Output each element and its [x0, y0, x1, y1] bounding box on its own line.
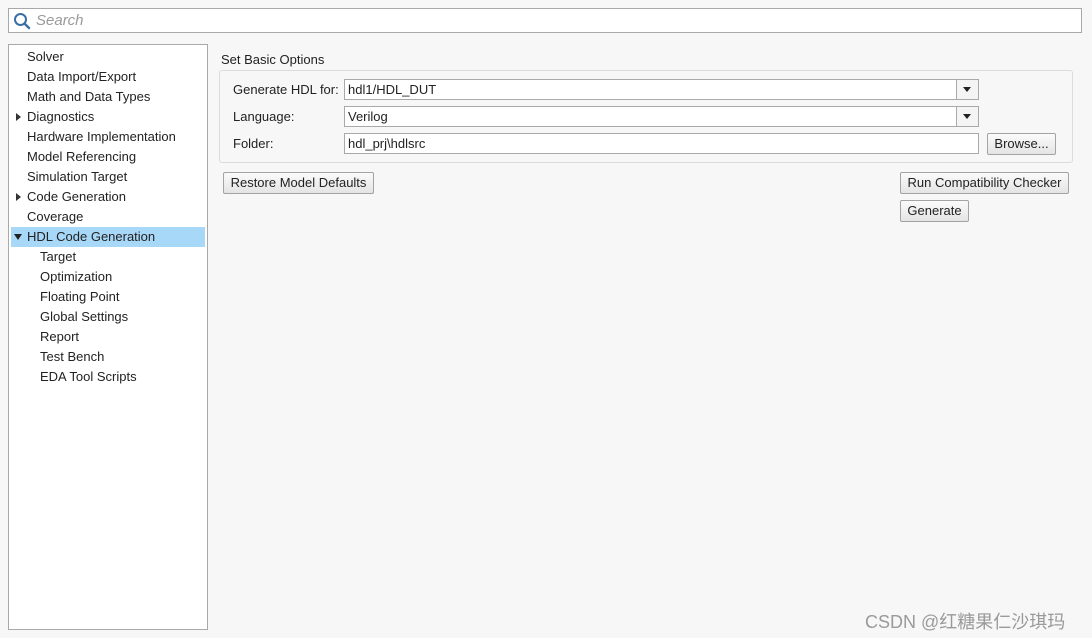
- search-icon: [14, 13, 31, 30]
- language-label: Language:: [233, 109, 295, 124]
- expand-arrow-icon[interactable]: [16, 113, 21, 121]
- tree-item-optimization[interactable]: Optimization: [11, 267, 205, 287]
- search-input[interactable]: Search: [8, 8, 1082, 33]
- tree-item-label: Code Generation: [27, 189, 127, 204]
- section-title: Set Basic Options: [221, 52, 325, 67]
- generate-button[interactable]: Generate: [900, 200, 969, 222]
- folder-value: hdl_prj\hdlsrc: [348, 136, 426, 151]
- chevron-down-icon: [963, 114, 971, 119]
- tree-item-target[interactable]: Target: [11, 247, 205, 267]
- tree-item-label: Target: [40, 249, 77, 264]
- chevron-down-icon: [963, 87, 971, 92]
- browse-button[interactable]: Browse...: [987, 133, 1056, 155]
- tree-item-floating-point[interactable]: Floating Point: [11, 287, 205, 307]
- tree-item-hdl-code-generation[interactable]: HDL Code Generation: [11, 227, 205, 247]
- generate-hdl-for-value: hdl1/HDL_DUT: [348, 82, 437, 97]
- settings-tree[interactable]: Solver Data Import/Export Math and Data …: [8, 44, 208, 630]
- tree-item-math-and-data-types[interactable]: Math and Data Types: [11, 87, 205, 107]
- tree-item-simulation-target[interactable]: Simulation Target: [11, 167, 205, 187]
- language-value: Verilog: [348, 109, 388, 124]
- collapse-arrow-icon[interactable]: [14, 234, 22, 240]
- tree-item-label: EDA Tool Scripts: [40, 369, 137, 384]
- tree-item-label: Data Import/Export: [27, 69, 137, 84]
- watermark: CSDN @红糖果仁沙琪玛: [865, 612, 1066, 632]
- tree-item-label: Test Bench: [40, 349, 105, 364]
- search-placeholder: Search: [36, 12, 84, 29]
- tree-item-hardware-implementation[interactable]: Hardware Implementation: [11, 127, 205, 147]
- tree-item-label: Model Referencing: [27, 149, 137, 164]
- tree-item-label: Hardware Implementation: [27, 129, 176, 144]
- tree-item-eda-tool-scripts[interactable]: EDA Tool Scripts: [11, 367, 205, 387]
- tree-item-data-import-export[interactable]: Data Import/Export: [11, 67, 205, 87]
- generate-hdl-for-dropdown[interactable]: hdl1/HDL_DUT: [344, 79, 979, 100]
- tree-item-report[interactable]: Report: [11, 327, 205, 347]
- language-dropdown[interactable]: Verilog: [344, 106, 979, 127]
- tree-item-label: Optimization: [40, 269, 113, 284]
- tree-item-label: HDL Code Generation: [27, 229, 156, 244]
- tree-item-model-referencing[interactable]: Model Referencing: [11, 147, 205, 167]
- tree-item-global-settings[interactable]: Global Settings: [11, 307, 205, 327]
- tree-item-label: Diagnostics: [27, 109, 95, 124]
- folder-label: Folder:: [233, 136, 274, 151]
- tree-item-diagnostics[interactable]: Diagnostics: [11, 107, 205, 127]
- tree-item-label: Math and Data Types: [27, 89, 151, 104]
- folder-field[interactable]: hdl_prj\hdlsrc: [344, 133, 979, 154]
- dropdown-button[interactable]: [956, 80, 978, 99]
- tree-item-label: Report: [40, 329, 80, 344]
- expand-arrow-icon[interactable]: [16, 193, 21, 201]
- restore-model-defaults-button[interactable]: Restore Model Defaults: [223, 172, 374, 194]
- tree-item-label: Simulation Target: [27, 169, 128, 184]
- dropdown-button[interactable]: [956, 107, 978, 126]
- generate-hdl-for-label: Generate HDL for:: [233, 82, 339, 97]
- tree-item-code-generation[interactable]: Code Generation: [11, 187, 205, 207]
- tree-item-label: Global Settings: [40, 309, 129, 324]
- tree-item-label: Floating Point: [40, 289, 120, 304]
- tree-item-test-bench[interactable]: Test Bench: [11, 347, 205, 367]
- tree-item-label: Solver: [27, 49, 64, 64]
- tree-item-solver[interactable]: Solver: [11, 47, 205, 67]
- tree-item-label: Coverage: [27, 209, 84, 224]
- tree-item-coverage[interactable]: Coverage: [11, 207, 205, 227]
- run-compatibility-checker-button[interactable]: Run Compatibility Checker: [900, 172, 1069, 194]
